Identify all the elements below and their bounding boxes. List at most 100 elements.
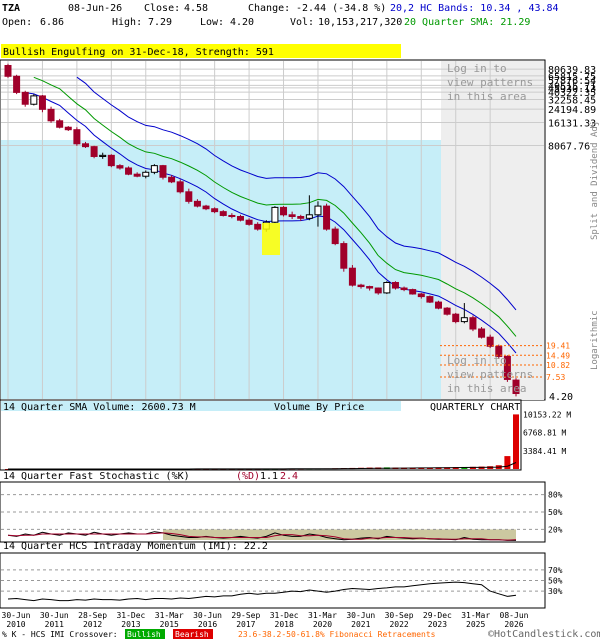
volume-by-price-label: Volume By Price [274,402,364,413]
candle-body [460,317,468,323]
price-y-tick-label: 8067.76 [548,142,590,153]
x-axis-year: 2021 [351,620,370,629]
vol-value: 10,153,217,320 [318,17,402,28]
candle-body [56,120,64,128]
candle-body [176,181,184,193]
x-axis-year: 2010 [6,620,25,629]
x-axis-year: 2023 [428,620,447,629]
x-axis-year: 2026 [504,620,523,629]
candle-body [288,214,296,218]
candle-body [426,296,434,303]
candle-body [47,108,55,122]
candle-body [417,293,425,298]
quote-date: 08-Jun-26 [68,3,122,14]
candle-body [38,95,46,110]
fib-label: 19.41 [546,342,570,351]
candle-body [64,126,72,131]
candle-body [30,95,38,105]
candle-body [168,176,176,183]
imi-y-tick-label: 70% [548,566,563,575]
login-region-top [441,61,544,400]
x-axis-label: 31-Dec [116,611,145,620]
login-overlay-bottom-line-3[interactable]: in this area [447,382,526,395]
candle-body [125,167,133,175]
login-overlay-line-1[interactable]: Log in to [447,62,507,75]
candle-body [280,206,288,216]
quarterly-chart-label: QUARTERLY CHART [430,402,520,413]
chart-canvas: 19.4114.4910.82 7.53 4.20 TZA 08-Jun-26 Cl… [0,3,600,640]
candle-body [409,289,417,295]
candle-body [323,205,331,230]
change-value: -2.44 (-34.8 %) [296,3,386,14]
x-axis-year: 2022 [389,620,408,629]
split-dividend-label: Split and Dividend Adj [590,121,600,240]
pattern-banner[interactable]: Bullish Engulfing on 31-Dec-18, Strength… [3,47,274,58]
candle-body [202,205,210,210]
candle-body [13,75,21,93]
candle-body [374,287,382,294]
candle-body [159,165,167,178]
logarithmic-label: Logarithmic [590,310,600,370]
ticker-symbol: TZA [2,3,20,14]
candle-body [297,216,305,219]
candle-body [348,267,356,286]
x-axis-year: 2016 [198,620,217,629]
sma-text: 20 Quarter SMA: 21.29 [404,17,530,28]
candle-body [150,165,158,173]
candle-body [133,173,141,177]
vol-label: Vol: [290,17,314,28]
candle-body [314,205,322,216]
login-overlay-bottom-line-1[interactable]: Log in to [447,354,507,367]
x-axis-label: 08-Jun [500,611,529,620]
candle-body [331,228,339,245]
fib-label: 14.49 [546,351,570,360]
candle-body [219,211,227,216]
low-value: 4.20 [230,17,254,28]
stochastic-d-value: 2.4 [280,471,298,482]
footer-fib-text: 23.6-38.2-50-61.8% Fibonacci Retracement… [238,630,436,639]
candle-body [90,146,98,157]
candle-body [366,286,374,289]
x-axis-label: 29-Sep [231,611,260,620]
x-axis-label: 31-Mar [461,611,490,620]
candle-body [193,200,201,207]
candle-body [469,317,477,330]
change-label: Change: [248,3,290,14]
candle-body [236,216,244,221]
candle-body [305,214,313,219]
login-overlay-line-2[interactable]: view patterns [447,76,533,89]
x-axis-year: 2017 [236,620,255,629]
open-value: 6.86 [40,17,64,28]
volume-y-tick-label: 3384.41 M [523,447,567,456]
x-axis-label: 30-Jun [2,611,31,620]
stochastic-y-tick-label: 80% [548,491,563,500]
stochastic-d-legend: (%D) [236,471,260,482]
login-overlay-line-3[interactable]: in this area [447,90,526,103]
candle-body [81,143,89,148]
login-overlay-bottom-line-2[interactable]: view patterns [447,368,533,381]
candle-body [254,223,262,230]
close-value: 4.58 [184,3,208,14]
x-axis-year: 2012 [83,620,102,629]
volume-title: 14 Quarter SMA Volume: 2600.73 M [3,402,196,413]
candle-body [391,281,399,289]
candle-body [21,91,29,105]
imi-y-tick-label: 50% [548,577,563,586]
x-axis-label: 30-Jun [193,611,222,620]
candle-body [340,243,348,269]
stochastic-title: 14 Quarter Fast Stochastic (%K) [3,471,190,482]
x-axis-year: 2013 [121,620,140,629]
close-label: Close: [144,3,180,14]
candle-body [357,284,365,288]
candle-body [452,313,460,323]
x-axis-year: 2020 [313,620,332,629]
volume-y-tick-label: 6768.81 M [523,429,567,438]
footer-copyright[interactable]: ©HotCandlestick.com [488,629,600,640]
candle-body [107,154,115,167]
candle-body [486,336,494,347]
candle-body [245,219,253,225]
candle-body [271,206,279,223]
x-axis-label: 30-Sep [385,611,414,620]
footer-bearish: Bearish [175,630,209,639]
price-y-tick-label: 16131.33 [548,119,596,130]
